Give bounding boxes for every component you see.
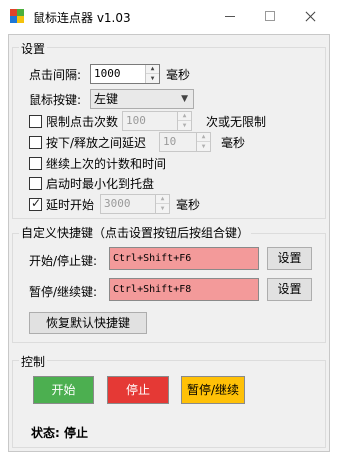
pause-resume-hotkey-field[interactable]: Ctrl+Shift+F8 <box>109 278 259 301</box>
press-release-checkbox[interactable] <box>29 136 42 149</box>
limit-clicks-value: 100 <box>126 114 146 127</box>
press-release-unit: 毫秒 <box>221 136 246 150</box>
press-release-spinner[interactable]: ▲ ▼ <box>196 133 210 151</box>
limit-clicks-input[interactable]: 100 ▲ ▼ <box>122 111 192 131</box>
press-release-input[interactable]: 10 ▲ ▼ <box>159 132 211 152</box>
app-logo-icon <box>10 9 24 23</box>
pause-resume-button[interactable]: 暂停/继续 <box>181 376 245 404</box>
limit-clicks-label: 限制点击次数 <box>46 115 119 129</box>
spin-down-icon[interactable]: ▼ <box>197 142 210 151</box>
continue-label: 继续上次的计数和时间 <box>46 157 167 171</box>
mouse-button-select[interactable]: 左键 ▼ <box>90 89 194 109</box>
minimize-to-tray-checkbox[interactable] <box>29 177 42 190</box>
interval-value: 1000 <box>94 67 121 80</box>
delay-start-unit: 毫秒 <box>176 198 201 212</box>
limit-clicks-suffix: 次或无限制 <box>206 115 267 129</box>
limit-clicks-spinner[interactable]: ▲ ▼ <box>177 112 191 130</box>
reset-hotkeys-button[interactable]: 恢复默认快捷键 <box>29 312 147 334</box>
set-start-stop-hotkey-button[interactable]: 设置 <box>267 247 312 270</box>
title-bar: 鼠标连点器 v1.03 <box>0 0 338 32</box>
maximize-icon <box>265 11 275 21</box>
mouse-button-label: 鼠标按键: <box>29 93 82 107</box>
status-text: 状态: 停止 <box>31 426 88 440</box>
settings-group-title: 设置 <box>19 40 48 57</box>
limit-clicks-checkbox[interactable] <box>29 115 42 128</box>
window-title: 鼠标连点器 v1.03 <box>33 11 131 25</box>
delay-start-label: 延时开始 <box>46 198 95 212</box>
spin-down-icon[interactable]: ▼ <box>178 121 191 130</box>
control-group-title: 控制 <box>19 353 48 370</box>
interval-label: 点击间隔: <box>29 68 82 82</box>
press-release-label: 按下/释放之间延迟 <box>46 136 147 150</box>
maximize-button[interactable] <box>250 0 290 32</box>
start-stop-hotkey-label: 开始/停止键: <box>29 254 98 268</box>
interval-input[interactable]: 1000 ▲ ▼ <box>90 64 160 84</box>
spin-down-icon[interactable]: ▼ <box>146 74 159 83</box>
minimize-icon <box>225 15 235 17</box>
delay-start-spinner[interactable]: ▲ ▼ <box>155 195 169 213</box>
window-client-area: 设置 点击间隔: 1000 ▲ ▼ 毫秒 鼠标按键: 左键 ▼ 限制点击次数 1… <box>8 34 330 452</box>
chevron-down-icon: ▼ <box>181 94 188 104</box>
press-release-value: 10 <box>163 135 177 148</box>
minimize-button[interactable] <box>210 0 250 32</box>
delay-start-value: 3000 <box>104 197 131 210</box>
delay-start-input[interactable]: 3000 ▲ ▼ <box>100 194 170 214</box>
delay-start-checkbox[interactable] <box>29 196 42 211</box>
interval-unit: 毫秒 <box>166 68 191 82</box>
start-stop-hotkey-field[interactable]: Ctrl+Shift+F6 <box>109 247 259 270</box>
stop-button[interactable]: 停止 <box>107 376 169 404</box>
minimize-to-tray-label: 启动时最小化到托盘 <box>46 177 155 191</box>
close-button[interactable] <box>290 0 330 32</box>
hotkey-group-title: 自定义快捷键（点击设置按钮后按组合键） <box>19 224 252 241</box>
start-button[interactable]: 开始 <box>33 376 94 404</box>
spin-down-icon[interactable]: ▼ <box>156 204 169 213</box>
continue-checkbox[interactable] <box>29 157 42 170</box>
pause-resume-hotkey-label: 暂停/继续键: <box>29 285 98 299</box>
set-pause-resume-hotkey-button[interactable]: 设置 <box>267 278 312 301</box>
mouse-button-value: 左键 <box>94 92 119 106</box>
interval-spinner[interactable]: ▲ ▼ <box>145 65 159 83</box>
close-icon <box>305 11 316 22</box>
